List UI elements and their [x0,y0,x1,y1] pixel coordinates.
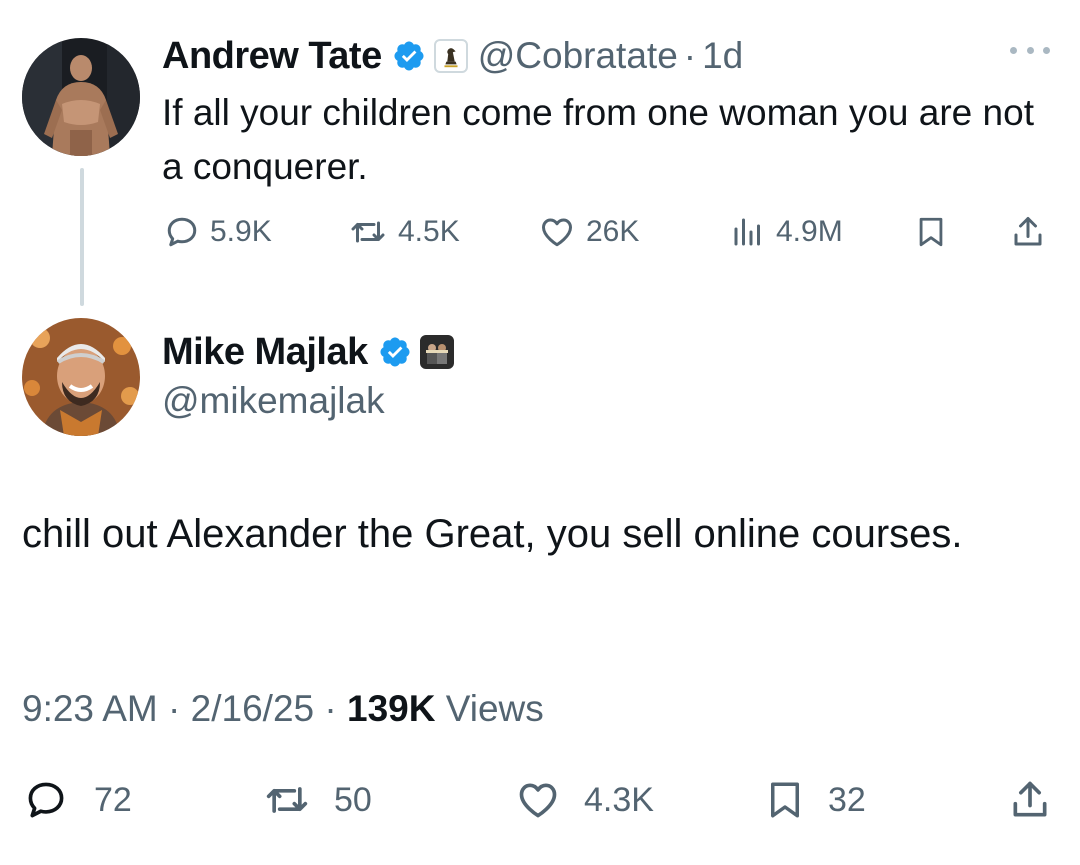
author-handle[interactable]: @mikemajlak [162,380,385,422]
views-label: Views [445,688,544,729]
tweet1-header: Andrew Tate @Cobratate · 1d [162,34,743,78]
share-upload-icon [1013,781,1047,817]
bookmark-icon [771,782,799,818]
repost-count: 50 [334,780,372,819]
tweet-metadata: 9:23 AM · 2/16/25 · 139K Views [22,688,544,730]
verified-badge-icon [394,41,424,71]
reply-count: 72 [94,780,132,819]
tweet2-action-bar: 72 50 4.3K 32 [0,772,1080,826]
bookmark-icon [919,217,943,247]
bar-chart-icon [734,218,760,246]
repost-count: 4.5K [398,215,460,248]
repost-button[interactable]: 4.5K [348,214,460,250]
reply-button[interactable]: 72 [24,778,132,822]
author-name[interactable]: Mike Majlak [162,331,368,374]
share-button[interactable] [1008,778,1052,822]
like-count: 4.3K [584,780,654,819]
repost-arrows-icon [266,787,308,813]
andrew-tate-avatar[interactable] [22,38,140,156]
separator: · [168,688,181,729]
tweet-time[interactable]: 9:23 AM [22,688,158,729]
share-button[interactable] [1010,214,1046,250]
repost-button[interactable]: 50 [262,778,372,822]
tweet2-text: chill out Alexander the Great, you sell … [22,512,963,556]
separator: · [683,35,697,76]
views-button[interactable]: 4.9M [730,214,843,250]
reply-button[interactable]: 5.9K [164,214,272,250]
heart-icon [542,218,572,247]
reply-count: 5.9K [210,215,272,248]
author-name[interactable]: Andrew Tate [162,35,382,78]
tweet2-header: Mike Majlak [162,330,454,374]
share-upload-icon [1014,217,1042,246]
author-handle[interactable]: @Cobratate [478,35,678,77]
tweet1-text: If all your children come from one woman… [162,92,1034,187]
tweet-date[interactable]: 2/16/25 [191,688,314,729]
more-dots-icon[interactable] [1010,40,1050,60]
verified-badge-icon [380,337,410,367]
bookmark-count: 32 [828,780,866,819]
speech-bubble-icon [167,217,197,247]
heart-icon [519,783,557,818]
affiliate-badge-icon[interactable] [433,39,468,73]
separator: · [324,688,337,729]
mike-majlak-avatar[interactable] [22,318,140,436]
tweet-time[interactable]: 1d [702,35,743,77]
repost-arrows-icon [351,221,385,243]
affiliate-badge-icon[interactable] [419,335,454,369]
like-button[interactable]: 26K [538,214,639,250]
speech-bubble-icon [28,782,64,818]
views-count: 139K [347,688,436,729]
view-count: 4.9M [776,215,843,248]
like-count: 26K [586,215,640,248]
bookmark-button[interactable]: 32 [764,778,866,822]
like-button[interactable]: 4.3K [514,778,654,822]
tweet1-action-bar: 5.9K 4.5K 26K 4.9M [0,210,1080,256]
bookmark-button[interactable] [914,214,948,250]
